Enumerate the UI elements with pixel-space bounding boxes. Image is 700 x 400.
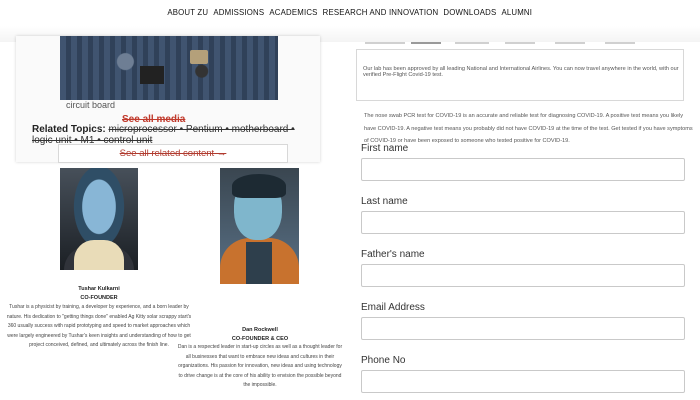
tab-marker[interactable] [505, 42, 535, 44]
tab-strip [345, 42, 700, 46]
email-label: Email Address [361, 302, 425, 313]
nav-item-alumni[interactable]: ALUMNI [502, 7, 533, 17]
nav-item-academics[interactable]: ACADEMICS [270, 7, 318, 17]
approval-notice-box: Our lab has been approved by all leading… [356, 49, 684, 101]
portrait-tushar [60, 168, 138, 270]
portrait-shirt [74, 240, 124, 270]
father-name-label: Father's name [361, 249, 425, 260]
person-bio: Tushar is a physicist by training, a dev… [6, 304, 192, 348]
last-name-label: Last name [361, 196, 408, 207]
related-topics: Related Topics: microprocessor • Pentium… [32, 124, 304, 146]
chip-graphic-2 [190, 50, 208, 64]
approval-notice-text: Our lab has been approved by all leading… [363, 66, 679, 78]
nav-item-admissions[interactable]: ADMISSIONS [214, 7, 265, 17]
person-role: CO-FOUNDER [80, 295, 118, 301]
related-topics-label: Related Topics: [32, 124, 106, 135]
person-bio: Dan is a respected leader in start-up ci… [177, 344, 343, 388]
first-name-label: First name [361, 143, 409, 154]
portrait-hair [232, 174, 286, 198]
phone-label: Phone No [361, 355, 406, 366]
nav-item-downloads[interactable]: DOWNLOADS [444, 7, 497, 17]
father-name-field[interactable] [361, 264, 685, 287]
chip-graphic [140, 66, 164, 84]
tab-marker[interactable] [455, 42, 489, 44]
tab-marker[interactable] [365, 42, 405, 44]
top-navigation: ABOUT ZU ADMISSIONS ACADEMICS RESEARCH A… [0, 0, 700, 26]
last-name-field[interactable] [361, 211, 685, 234]
email-field[interactable] [361, 317, 685, 340]
image-caption: circuit board [66, 100, 116, 110]
phone-field[interactable] [361, 370, 685, 393]
person-name: Dan Rockwell [242, 327, 278, 333]
portrait-dan [220, 168, 299, 284]
see-all-related-content-button[interactable]: See all related content → [58, 144, 288, 163]
person-name: Tushar Kulkarni [78, 286, 120, 292]
pcr-info-text: The nose swab PCR test for COVID-19 is a… [364, 113, 693, 144]
person-role: CO-FOUNDER & CEO [231, 336, 289, 342]
nav-item-about[interactable]: ABOUT ZU [168, 7, 209, 17]
circuit-board-image [60, 36, 278, 100]
nav-item-research[interactable]: RESEARCH AND INNOVATION [323, 7, 439, 17]
tab-marker[interactable] [605, 42, 635, 44]
first-name-field[interactable] [361, 158, 685, 181]
tab-marker-active[interactable] [411, 42, 441, 44]
portrait-shirt [246, 242, 272, 284]
tab-marker[interactable] [555, 42, 585, 44]
